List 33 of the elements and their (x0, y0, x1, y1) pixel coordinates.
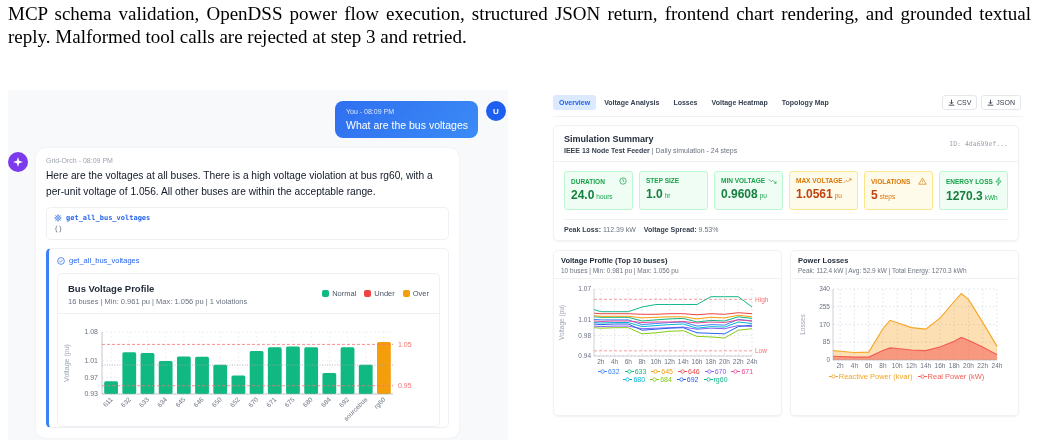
voltage-bar (322, 372, 337, 394)
gear-icon (54, 214, 62, 222)
voltage-bar (176, 356, 191, 394)
voltage-bar (377, 341, 391, 394)
voltage-bar (195, 356, 209, 394)
trending-up-icon (843, 177, 852, 184)
voltage-bar (213, 364, 228, 394)
caption-text: MCP schema validation, OpenDSS power flow execution, structured JSON return, frontend chart rendering, and grounded textual reply. Malformed tool calls are rejected at step 3 and retried. (7, 2, 1032, 48)
voltage-bar (340, 347, 355, 394)
voltage-bar (358, 364, 373, 394)
voltage-bar (286, 346, 300, 394)
user-avatar: U (486, 101, 506, 121)
voltage-bar (249, 351, 264, 394)
lightning-icon (995, 177, 1002, 186)
check-circle-icon (57, 256, 65, 265)
card-title: Simulation Summary (564, 134, 655, 144)
message-text: What are the bus voltages (346, 119, 468, 131)
warning-icon (918, 177, 927, 185)
metric-value: 24.0 (571, 188, 595, 202)
metric-value: 1.0 (646, 187, 663, 201)
metric-value: 0.9608 (721, 187, 758, 201)
metric-value: 1.0561 (796, 187, 833, 201)
download-icon (947, 99, 955, 106)
voltage-bar (304, 347, 319, 394)
clock-icon (619, 177, 627, 185)
download-icon (987, 99, 995, 106)
voltage-bar (158, 360, 173, 394)
chart-title: Bus Voltage Profile (68, 283, 156, 294)
metric-value: 5 (871, 188, 878, 202)
message-text: Here are the voltages at all buses. There is a high voltage violation at bus rg60, with a per-unit voltage of 1.056. All other buses are within the acceptable range. (46, 169, 434, 199)
metric-value: 1270.3 (946, 189, 983, 203)
trending-down-icon (768, 177, 777, 184)
voltage-bar (122, 352, 137, 394)
